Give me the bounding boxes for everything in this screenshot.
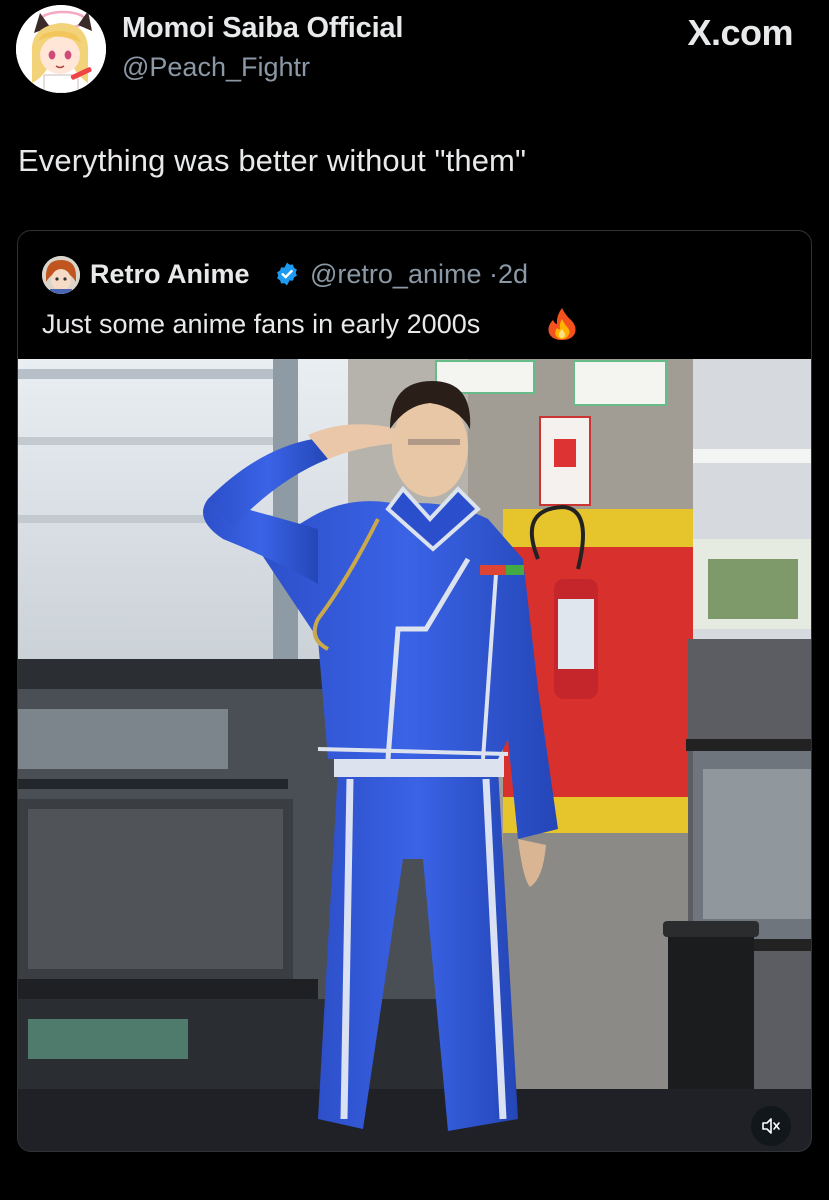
author-avatar[interactable] xyxy=(16,5,106,93)
brand-watermark: X.com xyxy=(687,12,793,53)
quoted-post-card[interactable]: Retro Anime @retro_anime ·2d Just some a… xyxy=(17,230,812,1152)
quoted-author-avatar[interactable] xyxy=(42,256,80,294)
quoted-post-text: Just some anime fans in early 2000s xyxy=(42,309,481,339)
quoted-author-meta[interactable]: @retro_anime ·2d xyxy=(310,259,528,290)
quoted-author-handle[interactable]: @retro_anime xyxy=(310,259,481,289)
author-handle[interactable]: @Peach_Fightr xyxy=(122,52,310,83)
verified-badge-icon xyxy=(277,262,297,286)
meta-separator: · xyxy=(489,259,498,289)
mute-toggle-button[interactable] xyxy=(751,1106,791,1146)
author-display-name[interactable]: Momoi Saiba Official xyxy=(122,12,403,45)
speaker-muted-icon xyxy=(762,1118,780,1134)
post-text: Everything was better without "them" xyxy=(18,143,527,178)
post-age[interactable]: 2d xyxy=(498,259,528,289)
anime-character-avatar-image xyxy=(42,256,80,294)
cosplay-photo-illustration xyxy=(18,359,811,1151)
anime-girl-avatar-image xyxy=(16,5,106,93)
fire-icon xyxy=(548,308,576,340)
quoted-post-video[interactable] xyxy=(18,359,811,1151)
quoted-author-name[interactable]: Retro Anime xyxy=(90,259,250,290)
